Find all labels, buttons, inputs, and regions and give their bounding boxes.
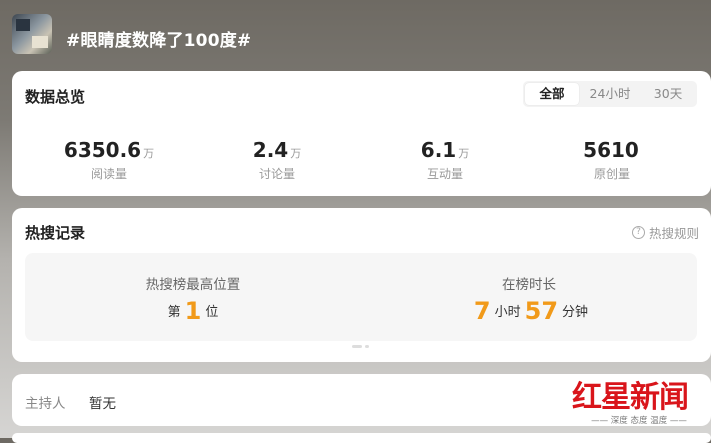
tab-24h[interactable]: 24小时: [583, 83, 637, 105]
topic-thumbnail: [12, 14, 52, 54]
stats-row: 6350.6 万 阅读量 2.4 万 讨论量 6.1 万 互动量 5610 原创量: [12, 137, 711, 181]
stat-unit: 万: [458, 147, 470, 160]
carousel-indicator: [352, 345, 372, 348]
stat-unit: 万: [143, 147, 155, 160]
stat-value: 6.1: [420, 138, 457, 162]
stat-unit: 万: [290, 147, 302, 160]
topic-title: #眼睛度数降了100度#: [66, 31, 252, 51]
stat-reads: 6350.6 万 阅读量: [24, 137, 194, 181]
hot-record-title: 热搜记录: [25, 224, 86, 242]
stat-originals: 5610 原创量: [527, 137, 697, 181]
stat-label: 互动量: [426, 167, 463, 181]
data-overview-card: 数据总览 全部 24小时 30天 6350.6 万 阅读量 2.4 万 讨论量 6.…: [12, 71, 711, 196]
stat-value: 2.4: [252, 138, 289, 162]
duration-label: 在榜时长: [502, 277, 556, 293]
carousel-dot: [365, 345, 369, 348]
host-value: 暂无: [89, 396, 116, 412]
minutes-unit: 分钟: [562, 305, 589, 320]
watermark-logo: 红星新闻 —— 深度 态度 温度 ——: [572, 372, 706, 432]
hot-search-rules-link[interactable]: ? 热搜规则: [631, 223, 699, 242]
topic-header: #眼睛度数降了100度#: [0, 0, 711, 70]
stat-value: 5610: [583, 138, 639, 162]
overview-title: 数据总览: [25, 88, 86, 106]
rules-link-label: 热搜规则: [648, 226, 699, 241]
stat-discussions: 2.4 万 讨论量: [192, 137, 362, 181]
position-suffix: 位: [205, 305, 219, 320]
stat-value: 6350.6: [63, 138, 142, 162]
hot-search-record-card: 热搜记录 ? 热搜规则 热搜榜最高位置 第1位 在榜时长 7 小时 57 分钟: [12, 208, 711, 362]
duration-hours: 7: [473, 297, 491, 325]
question-circle-icon: ?: [631, 226, 645, 239]
stat-label: 讨论量: [258, 167, 295, 181]
time-range-tabs: 全部 24小时 30天: [523, 81, 697, 107]
stat-label: 原创量: [593, 167, 630, 181]
highest-position-label: 热搜榜最高位置: [145, 277, 241, 293]
hot-record-panel: 热搜榜最高位置 第1位 在榜时长 7 小时 57 分钟: [25, 253, 697, 341]
position-prefix: 第: [167, 305, 181, 320]
stat-interactions: 6.1 万 互动量: [360, 137, 530, 181]
duration-minutes: 57: [524, 297, 559, 325]
next-card-edge: [12, 433, 711, 443]
tab-all[interactable]: 全部: [525, 83, 579, 105]
watermark-logo-text: 红星新闻: [572, 380, 689, 415]
position-value: 1: [184, 297, 202, 325]
highest-position-block: 热搜榜最高位置 第1位: [25, 253, 361, 341]
hours-unit: 小时: [494, 305, 521, 320]
host-label: 主持人: [25, 396, 66, 412]
stat-label: 阅读量: [90, 167, 127, 181]
watermark-tagline: —— 深度 态度 温度 ——: [591, 416, 687, 426]
duration-block: 在榜时长 7 小时 57 分钟: [361, 253, 697, 341]
tab-30d[interactable]: 30天: [641, 83, 695, 105]
carousel-dot-active: [352, 345, 362, 348]
